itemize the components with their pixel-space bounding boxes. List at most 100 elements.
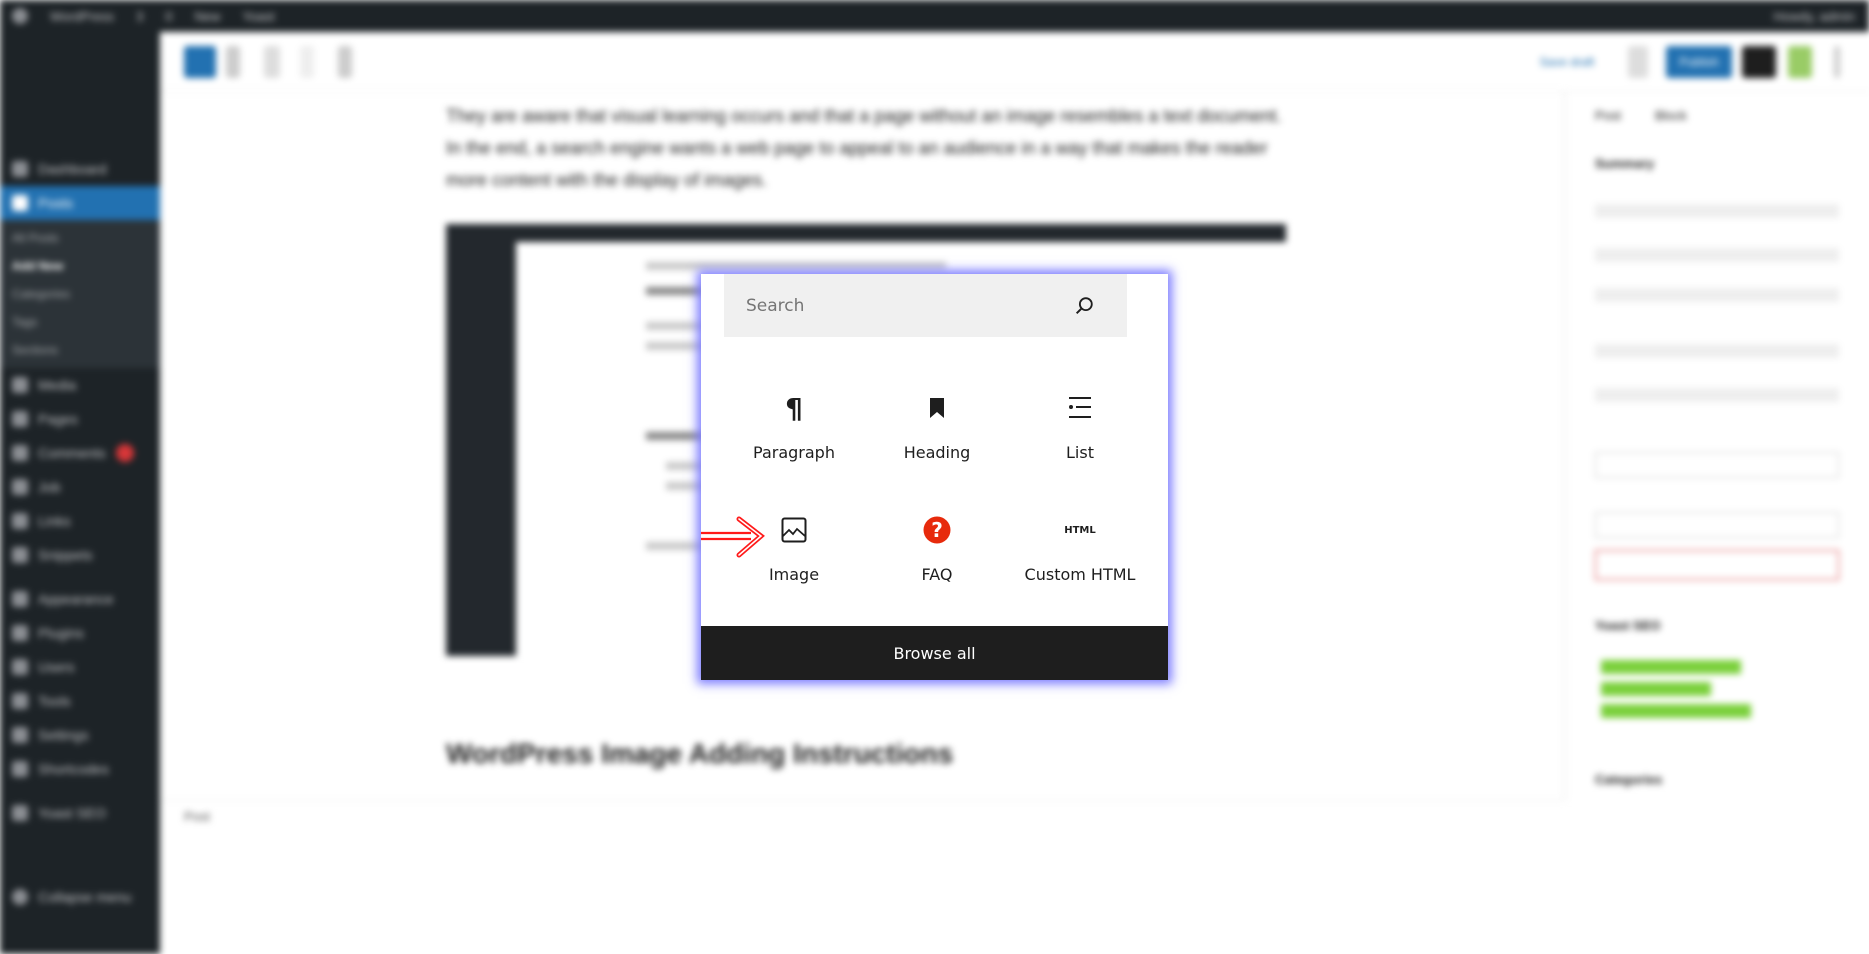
sidebar-item-label: Users — [38, 659, 75, 675]
media-icon — [12, 377, 28, 393]
wordpress-logo-icon[interactable] — [12, 8, 28, 24]
sidebar-item-media[interactable]: Media — [0, 368, 160, 402]
submenu-add-new[interactable]: Add New — [0, 252, 160, 280]
appearance-icon — [12, 591, 28, 607]
admin-bar-updates[interactable]: 3 — [136, 9, 143, 24]
admin-sidebar: Dashboard Posts All Posts Add New Catego… — [0, 32, 160, 954]
sidebar-item-label: Pages — [38, 411, 78, 427]
yoast-icon — [12, 805, 28, 821]
admin-bar-comments[interactable]: 0 — [165, 9, 172, 24]
sidebar-item-label: Comments — [38, 445, 106, 461]
browse-all-button[interactable]: Browse all — [701, 626, 1168, 680]
sidebar-item-settings[interactable]: Settings — [0, 718, 160, 752]
block-breadcrumb[interactable]: Post — [160, 800, 1564, 830]
sidebar-item-dashboard[interactable]: Dashboard — [0, 152, 160, 186]
svg-text:?: ? — [931, 518, 943, 542]
section-summary[interactable]: Summary — [1595, 156, 1654, 171]
collapse-menu[interactable]: Collapse menu — [0, 880, 160, 914]
sidebar-item-users[interactable]: Users — [0, 650, 160, 684]
section-yoast[interactable]: Yoast SEO — [1595, 618, 1661, 633]
sidebar-item-posts[interactable]: Posts — [0, 186, 160, 220]
sidebar-item-label: Shortcodes — [38, 761, 109, 777]
block-label: Heading — [903, 443, 971, 462]
admin-bar: WordPress 3 0 New Yoast Howdy, admin — [0, 0, 1869, 32]
sidebar-item-label: Posts — [38, 195, 74, 211]
sidebar-item-yoast[interactable]: Yoast SEO — [0, 796, 160, 830]
admin-bar-account[interactable]: Howdy, admin — [1774, 9, 1855, 24]
comments-icon — [12, 445, 28, 461]
undo-icon[interactable] — [264, 46, 280, 78]
sidebar-item-comments[interactable]: Comments — [0, 436, 160, 470]
submenu-categories[interactable]: Categories — [0, 280, 160, 308]
dashboard-icon — [12, 161, 28, 177]
sidebar-item-label: Settings — [38, 727, 89, 743]
settings-toggle[interactable] — [1742, 46, 1776, 78]
sidebar-item-shortcodes[interactable]: Shortcodes — [0, 752, 160, 786]
tools-icon — [12, 693, 28, 709]
block-label: FAQ — [921, 565, 953, 584]
sidebar-item-label: Snippets — [38, 547, 93, 563]
sidebar-item-label: Job — [38, 479, 61, 495]
shortcodes-icon — [12, 761, 28, 777]
block-heading[interactable]: Heading — [867, 372, 1007, 472]
search-icon[interactable] — [1073, 295, 1095, 317]
block-search — [724, 274, 1127, 337]
tab-block[interactable]: Block — [1655, 108, 1687, 123]
sidebar-item-appearance[interactable]: Appearance — [0, 582, 160, 616]
sidebar-item-job[interactable]: Job — [0, 470, 160, 504]
settings-sidebar: Post Block Summary Yoast SEO Categories — [1564, 92, 1869, 800]
tab-post[interactable]: Post — [1595, 108, 1621, 123]
sidebar-item-tools[interactable]: Tools — [0, 684, 160, 718]
admin-bar-site[interactable]: WordPress — [50, 9, 114, 24]
block-inserter-toggle[interactable] — [184, 46, 216, 78]
block-label: List — [1066, 443, 1094, 462]
block-search-input[interactable] — [746, 295, 1046, 316]
settings-icon — [12, 727, 28, 743]
sidebar-item-label: Dashboard — [38, 161, 107, 177]
sidebar-item-label: Yoast SEO — [38, 805, 106, 821]
sidebar-item-label: Links — [38, 513, 71, 529]
sidebar-item-pages[interactable]: Pages — [0, 402, 160, 436]
posts-submenu: All Posts Add New Categories Tags Sectio… — [0, 220, 160, 368]
job-icon — [12, 479, 28, 495]
sidebar-item-links[interactable]: Links — [0, 504, 160, 538]
block-custom-html[interactable]: HTML Custom HTML — [1010, 494, 1150, 594]
tools-icon[interactable] — [226, 46, 240, 78]
sidebar-item-plugins[interactable]: Plugins — [0, 616, 160, 650]
block-faq[interactable]: ? FAQ — [867, 494, 1007, 594]
sidebar-item-label: Appearance — [38, 591, 114, 607]
block-label: Custom HTML — [1024, 565, 1136, 584]
users-icon — [12, 659, 28, 675]
question-icon: ? — [923, 510, 951, 550]
sidebar-item-snippets[interactable]: Snippets — [0, 538, 160, 572]
snippets-icon — [12, 547, 28, 563]
block-paragraph[interactable]: ¶ Paragraph — [724, 372, 864, 472]
document-overview-icon[interactable] — [338, 46, 352, 78]
post-heading[interactable]: WordPress Image Adding Instructions — [446, 738, 953, 770]
more-options-icon[interactable] — [1834, 46, 1840, 78]
admin-bar-yoast[interactable]: Yoast — [243, 9, 275, 24]
sidebar-item-label: Media — [38, 377, 77, 393]
links-icon — [12, 513, 28, 529]
yoast-toolbar-icon[interactable] — [1788, 46, 1812, 78]
sidebar-item-label: Collapse menu — [38, 889, 132, 905]
plugins-icon — [12, 625, 28, 641]
image-icon — [781, 510, 807, 550]
block-label: Image — [768, 565, 820, 584]
admin-bar-new[interactable]: New — [195, 9, 221, 24]
preview-icon[interactable] — [1628, 46, 1648, 78]
redo-icon[interactable] — [300, 46, 314, 78]
comments-badge — [115, 444, 134, 462]
submenu-tags[interactable]: Tags — [0, 308, 160, 336]
section-categories[interactable]: Categories — [1595, 772, 1662, 787]
save-draft-button[interactable]: Save draft — [1532, 46, 1602, 78]
block-label: Paragraph — [753, 443, 835, 462]
submenu-all-posts[interactable]: All Posts — [0, 224, 160, 252]
editor-header: Save draft Publish — [160, 32, 1869, 92]
list-icon — [1068, 388, 1092, 428]
publish-button[interactable]: Publish — [1666, 46, 1732, 78]
submenu-sections[interactable]: Sections — [0, 336, 160, 364]
paragraph-icon: ¶ — [785, 391, 803, 425]
block-list[interactable]: List — [1010, 372, 1150, 472]
post-paragraph[interactable]: They are aware that visual learning occu… — [446, 100, 1286, 196]
